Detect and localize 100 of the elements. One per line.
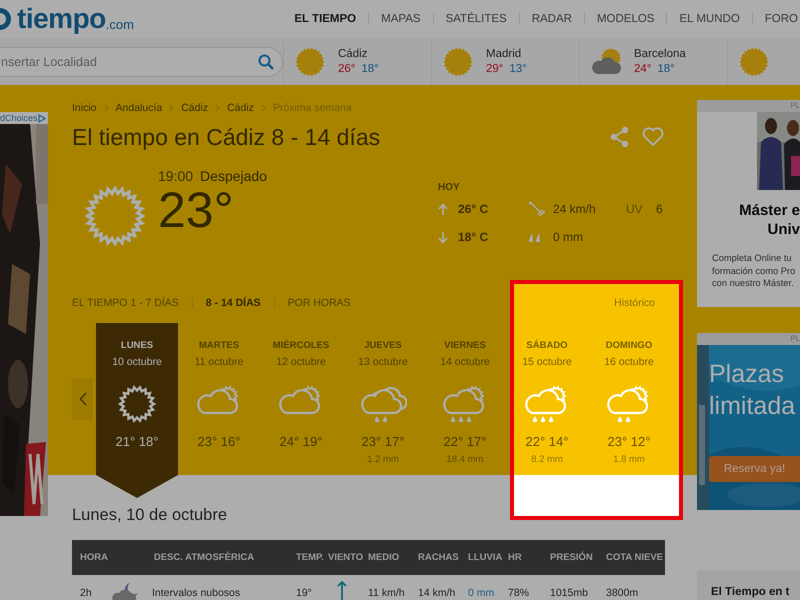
search-field[interactable]: nsertar Localidad — [0, 46, 283, 76]
day-date: 14 octubre — [440, 356, 490, 368]
breadcrumb-link[interactable]: Cádiz — [227, 101, 254, 115]
nav-link[interactable]: SATÉLITES — [434, 13, 519, 25]
play-icon — [38, 114, 46, 122]
current-temperature: 23° — [158, 184, 234, 236]
logo-suffix[interactable]: .com — [106, 16, 134, 32]
min-temp: 18° — [361, 63, 379, 75]
min-temp: 18° — [657, 63, 675, 75]
column-header: MEDIO — [368, 552, 400, 563]
nav-link[interactable]: EL TIEMPO — [282, 13, 368, 25]
day-rain: 1.2 mm — [367, 454, 399, 465]
sun-icon — [443, 46, 473, 76]
day-name: MARTES — [198, 340, 240, 351]
wind-icon — [528, 201, 546, 217]
column-header: DESC. ATMOSFÉRICA — [154, 552, 254, 563]
ad-title: Máster e Univ — [738, 201, 800, 239]
day-name: SÁBADO — [526, 340, 568, 351]
day-rain: 1.8 mm — [613, 454, 645, 465]
max-temp: 24° — [634, 63, 652, 75]
nav-link[interactable]: FORO — [752, 13, 800, 25]
cloud-rain-icon — [359, 384, 407, 424]
wind-speed: 24 km/h — [553, 202, 597, 216]
section-heading: Lunes, 10 de octubre — [72, 505, 228, 525]
rain-link[interactable]: 0 mm — [468, 587, 508, 599]
reserve-button[interactable]: Reserva ya! — [709, 456, 800, 482]
day-card[interactable]: SÁBADO 15 octubre 22° 14° 8.2 mm — [506, 323, 588, 475]
breadcrumb-link[interactable]: Inicio — [72, 101, 97, 115]
moon-cloud-icon — [112, 581, 140, 600]
nav-link[interactable]: MAPAS — [369, 13, 433, 25]
breadcrumb-link[interactable]: Andalucía — [116, 101, 162, 115]
column-header: HORA — [80, 552, 109, 563]
chevron-icon — [104, 104, 109, 112]
search-icon[interactable] — [258, 54, 274, 70]
city-link[interactable]: Madrid — [486, 48, 527, 60]
city-link[interactable]: Cádiz — [338, 48, 379, 60]
max-temp: 29° — [486, 63, 504, 75]
page-title: El tiempo en Cádiz 8 - 14 días — [72, 123, 380, 151]
adchoices-text[interactable]: dChoices — [0, 113, 38, 123]
wind-arrow-icon — [336, 581, 348, 600]
sun-icon — [85, 186, 145, 246]
tab[interactable]: POR HORAS — [288, 297, 351, 309]
day-card[interactable]: MIÉRCOLES 12 octubre 24° 19° — [260, 323, 342, 475]
day-temperatures: 21° 18° — [116, 434, 158, 449]
day-date: 12 octubre — [276, 356, 326, 368]
tab[interactable]: EL TIEMPO 1 - 7 DÍAS — [72, 297, 179, 309]
tab[interactable]: 8 - 14 DÍAS — [206, 297, 261, 309]
day-rain: 8.2 mm — [531, 454, 563, 465]
chevron-icon — [169, 104, 174, 112]
column-header: COTA NIEVE — [606, 552, 664, 563]
day-card[interactable]: JUEVES 13 octubre 23° 17° 1.2 mm — [342, 323, 424, 475]
arrow-down-icon — [438, 230, 448, 244]
day-temperatures: 24° 19° — [280, 434, 322, 449]
heart-icon[interactable] — [642, 127, 664, 147]
table-cell-text: 1015mb — [550, 587, 589, 599]
current-condition: Despejado — [200, 167, 267, 185]
cloud-sun-icon — [591, 46, 621, 76]
sun-icon — [295, 46, 325, 76]
min-temp: 18° C — [458, 230, 490, 244]
day-card[interactable]: VIERNES 14 octubre 22° 17° 18.4 mm — [424, 323, 506, 475]
column-header: LLUVIA — [468, 552, 504, 563]
side-card-title: El Tiempo en t — [711, 586, 790, 598]
day-temperatures: 23° 16° — [198, 434, 240, 449]
day-name: MIÉRCOLES — [272, 340, 330, 351]
column-header: TEMP. — [296, 552, 325, 563]
breadcrumb-link[interactable]: Cádiz — [181, 101, 208, 115]
table-cell-text: 14 km/h — [418, 587, 456, 599]
current-time: 19:00 — [158, 167, 194, 185]
arrow-up-icon — [438, 202, 448, 216]
day-temperatures: 22° 17° — [444, 434, 486, 449]
uv-index: 6 — [656, 202, 664, 216]
day-card[interactable]: LUNES 10 octubre 21° 18° — [96, 323, 178, 498]
nav-link[interactable]: RADAR — [520, 13, 584, 25]
nav-link[interactable]: EL MUNDO — [667, 13, 752, 25]
table-cell-text: 11 km/h — [368, 587, 406, 599]
ad-headline: Plazas limitada — [709, 359, 796, 422]
logo-text[interactable]: tiempo — [17, 3, 106, 35]
column-header: RACHAS — [418, 552, 460, 563]
column-header: PRESIÓN — [550, 552, 594, 563]
day-date: 11 octubre — [194, 356, 244, 368]
nav-link[interactable]: MODELOS — [584, 13, 666, 25]
ad-label[interactable]: dChoices — [0, 112, 48, 124]
table-cell-text: 2h — [80, 587, 93, 599]
uv-label: UV — [626, 202, 644, 216]
sun-icon — [739, 46, 769, 76]
day-date: 10 octubre — [112, 356, 162, 368]
day-date: 13 octubre — [358, 356, 408, 368]
day-name: JUEVES — [364, 340, 402, 351]
day-name: VIERNES — [444, 340, 486, 351]
table-cell-text: 78% — [508, 587, 530, 599]
city-link[interactable]: Barcelona — [634, 48, 686, 60]
previous-button[interactable] — [72, 378, 93, 420]
table-cell-text: Intervalos nubosos — [152, 587, 242, 599]
day-card[interactable]: MARTES 11 octubre 23° 16° — [178, 323, 260, 475]
share-icon[interactable] — [610, 126, 630, 148]
day-card[interactable]: DOMINGO 16 octubre 23° 12° 1.8 mm — [588, 323, 670, 475]
history-link[interactable]: Histórico — [614, 297, 655, 309]
chevron-icon — [215, 104, 220, 112]
day-temperatures: 23° 12° — [608, 434, 650, 449]
today-label: HOY — [438, 182, 461, 193]
